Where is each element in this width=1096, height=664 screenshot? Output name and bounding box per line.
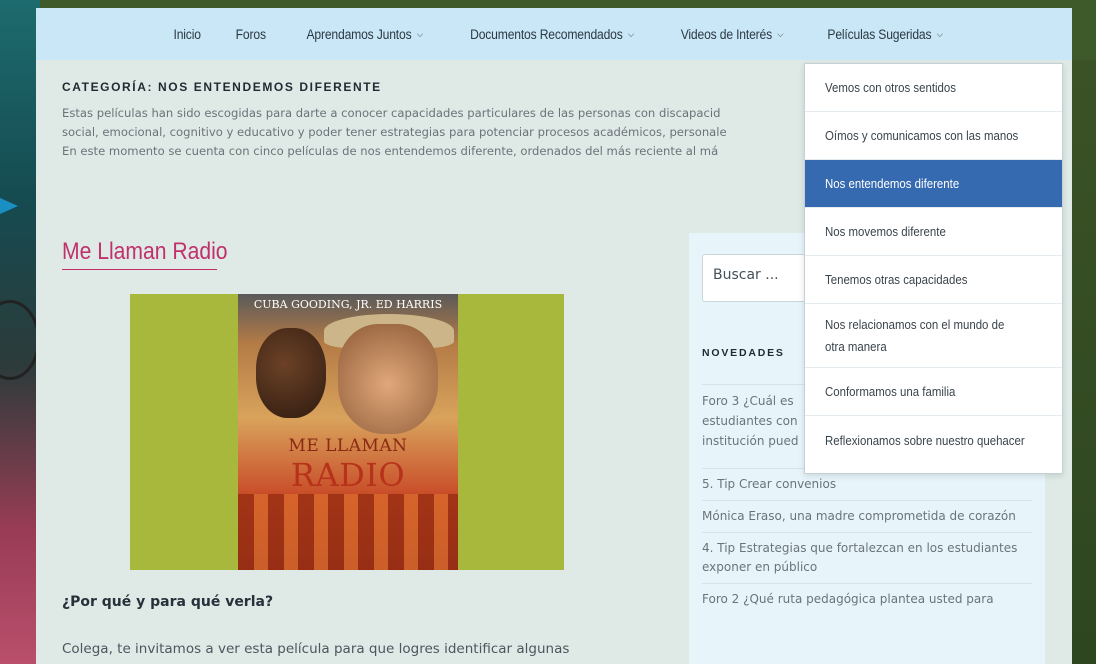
news-item[interactable]: Foro 3 ¿Cuál es estudiantes con instituc… — [702, 384, 812, 468]
nav-item-peliculas-sugeridas[interactable]: Películas Sugeridas ⌵ — [813, 27, 957, 42]
main-navigation: Inicio Foros Aprendamos Juntos ⌵ Document… — [36, 8, 1072, 60]
chevron-down-icon: ⌵ — [416, 28, 423, 39]
nav-item-videos-de-interes[interactable]: Videos de Interés ⌵ — [667, 27, 798, 42]
poster-actors: CUBA GOODING, JR. ED HARRIS — [253, 298, 443, 311]
dropdown-item-nos-entendemos-diferente[interactable]: Nos entendemos diferente — [805, 160, 1062, 208]
nav-item-inicio[interactable]: Inicio — [159, 27, 215, 42]
dropdown-item-tenemos-otras-capacidades[interactable]: Tenemos otras capacidades — [805, 256, 1062, 304]
poster-football-players — [238, 494, 458, 570]
nav-item-documentos-recomendados[interactable]: Documentos Recomendados ⌵ — [456, 27, 649, 42]
nav-item-aprendamos-juntos[interactable]: Aprendamos Juntos ⌵ — [292, 27, 437, 42]
category-header: CATEGORÍA: NOS ENTENDEMOS DIFERENTE Esta… — [62, 80, 802, 161]
post-body-text: Colega, te invitamos a ver esta película… — [62, 641, 570, 657]
movie-poster-image[interactable]: CUBA GOODING, JR. ED HARRIS ME LLAMAN RA… — [130, 294, 564, 570]
news-item[interactable]: Foro 2 ¿Qué ruta pedagógica plantea uste… — [702, 583, 1032, 615]
category-title: CATEGORÍA: NOS ENTENDEMOS DIFERENTE — [62, 80, 382, 94]
poster-figure-left — [256, 328, 326, 418]
poster-art: CUBA GOODING, JR. ED HARRIS ME LLAMAN RA… — [238, 294, 458, 570]
dropdown-item-vemos-con-otros-sentidos[interactable]: Vemos con otros sentidos — [805, 64, 1062, 112]
background-right-decoration — [1072, 60, 1096, 664]
chevron-down-icon: ⌵ — [937, 28, 944, 39]
dropdown-item-reflexionamos[interactable]: Reflexionamos sobre nuestro quehacer — [805, 416, 1062, 464]
dropdown-item-conformamos-una-familia[interactable]: Conformamos una familia — [805, 368, 1062, 416]
category-description: Estas películas han sido escogidas para … — [62, 106, 727, 158]
news-item[interactable]: Mónica Eraso, una madre comprometida de … — [702, 500, 1032, 532]
novedades-widget-title: NOVEDADES — [702, 347, 785, 359]
post-title-link[interactable]: Me Llaman Radio — [62, 238, 228, 266]
search-input[interactable]: Buscar ... — [702, 254, 812, 302]
nav-item-foros[interactable]: Foros — [222, 27, 281, 42]
pencil-decoration — [0, 198, 18, 214]
peliculas-sugeridas-dropdown: Vemos con otros sentidos Oímos y comunic… — [804, 63, 1063, 474]
news-item[interactable]: 4. Tip Estrategias que fortalezcan en lo… — [702, 532, 1032, 583]
chevron-down-icon: ⌵ — [777, 28, 784, 39]
dropdown-item-oimos-y-comunicamos[interactable]: Oímos y comunicamos con las manos — [805, 112, 1062, 160]
poster-figure-right — [338, 324, 438, 434]
poster-title: ME LLAMAN RADIO — [288, 436, 408, 494]
dropdown-item-nos-relacionamos[interactable]: Nos relacionamos con el mundo de otra ma… — [805, 304, 1062, 368]
chevron-down-icon: ⌵ — [628, 28, 635, 39]
post-title-underline — [62, 269, 217, 270]
post-subheading: ¿Por qué y para qué verla? — [62, 594, 274, 610]
background-left-decoration — [0, 0, 40, 664]
compass-decoration — [0, 300, 40, 380]
dropdown-item-nos-movemos-diferente[interactable]: Nos movemos diferente — [805, 208, 1062, 256]
